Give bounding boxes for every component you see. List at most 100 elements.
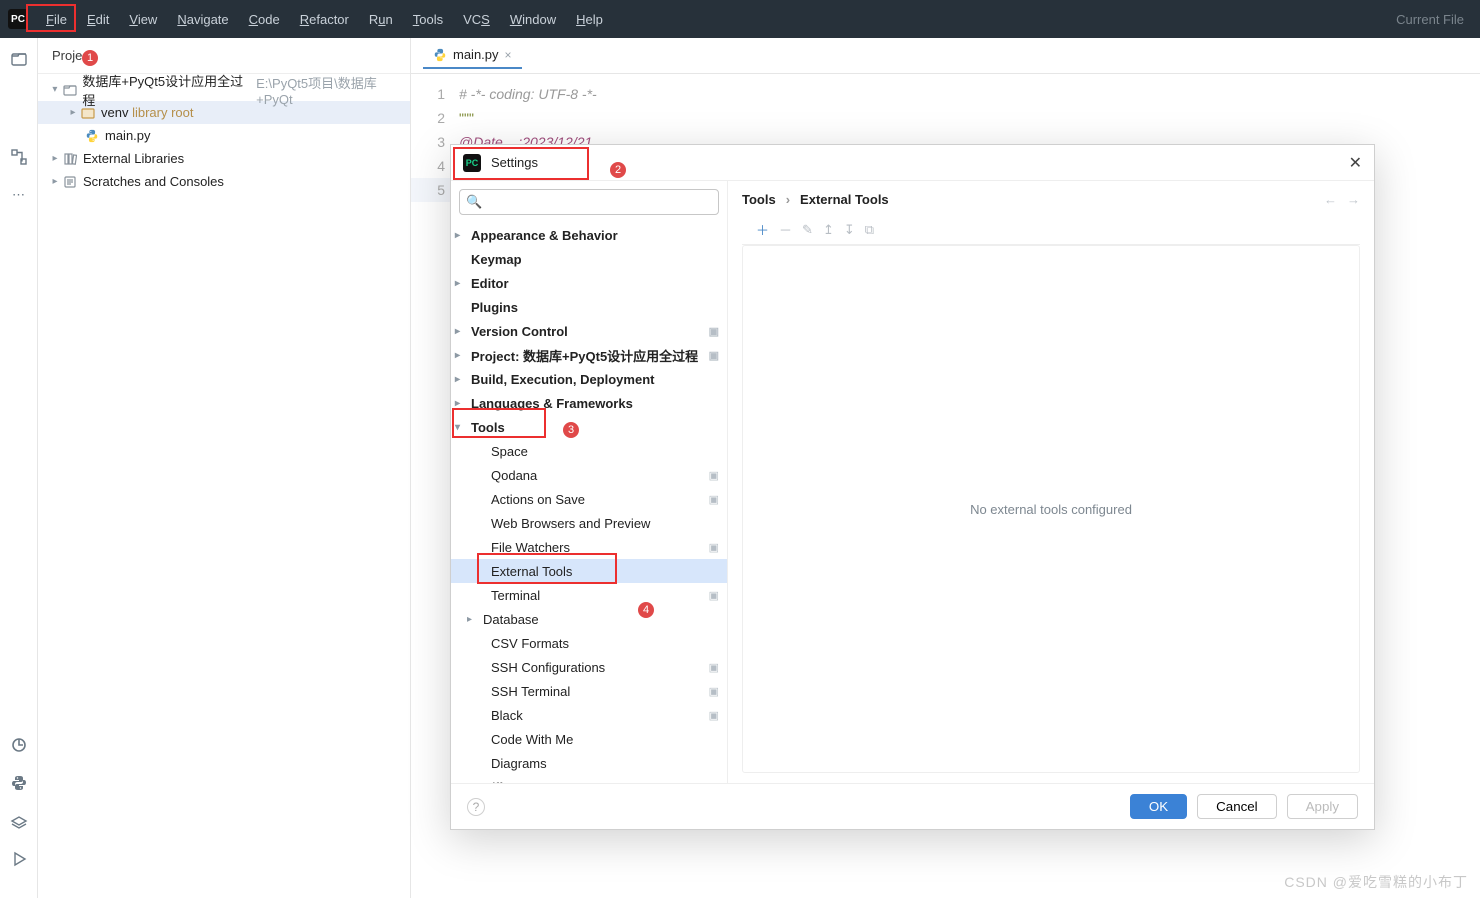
- nav-appearance-behavior[interactable]: ▸Appearance & Behavior: [451, 223, 727, 247]
- crumb-tools[interactable]: Tools: [742, 192, 776, 207]
- per-project-icon: ▣: [709, 661, 719, 674]
- nav-languages-frameworks[interactable]: ▸Languages & Frameworks: [451, 391, 727, 415]
- external-libraries-row[interactable]: ▸ External Libraries: [38, 147, 410, 170]
- settings-dialog: PC Settings ✕ 🔍 ▸Appearance & Behavior K…: [450, 144, 1375, 830]
- chevron-right-icon: ▸: [66, 107, 80, 118]
- packages-tool-icon[interactable]: [10, 812, 28, 830]
- nav-plugins[interactable]: Plugins: [451, 295, 727, 319]
- nav-csv-formats[interactable]: CSV Formats: [451, 631, 727, 655]
- nav-editor[interactable]: ▸Editor: [451, 271, 727, 295]
- nav-tools[interactable]: ▾Tools: [451, 415, 727, 439]
- chevron-down-icon: ▾: [48, 84, 62, 95]
- cancel-button[interactable]: Cancel: [1197, 794, 1277, 819]
- crumb-external-tools: External Tools: [800, 192, 889, 207]
- nav-code-with-me[interactable]: Code With Me: [451, 727, 727, 751]
- nav-build-execution[interactable]: ▸Build, Execution, Deployment: [451, 367, 727, 391]
- menu-navigate[interactable]: Navigate: [167, 8, 238, 31]
- nav-external-tools[interactable]: External Tools: [451, 559, 727, 583]
- project-root-name: 数据库+PyQt5设计应用全过程: [82, 71, 252, 109]
- nav-ssh-config[interactable]: SSH Configurations▣: [451, 655, 727, 679]
- ext-tools-toolbar: ＋ － ✎ ↥ ↧ ⧉: [742, 215, 1360, 245]
- copy-button: ⧉: [865, 222, 874, 238]
- menu-vcs[interactable]: VCS: [453, 8, 500, 31]
- project-root-row[interactable]: ▾ 数据库+PyQt5设计应用全过程 E:\PyQt5项目\数据库+PyQt: [38, 78, 410, 101]
- down-button: ↧: [844, 222, 855, 238]
- nav-diagrams[interactable]: Diagrams: [451, 751, 727, 775]
- library-icon: [62, 152, 78, 166]
- scratch-icon: [62, 175, 78, 189]
- folder-icon: [80, 106, 96, 120]
- nav-forward-icon[interactable]: →: [1347, 192, 1360, 207]
- menu-run[interactable]: Run: [359, 8, 403, 31]
- up-button: ↥: [823, 222, 834, 238]
- per-project-icon: ▣: [709, 325, 719, 338]
- structure-tool-icon[interactable]: [10, 148, 28, 166]
- ok-button[interactable]: OK: [1130, 794, 1187, 819]
- nav-database[interactable]: ▸Database: [451, 607, 727, 631]
- nav-black[interactable]: Black▣: [451, 703, 727, 727]
- nav-qodana[interactable]: Qodana▣: [451, 463, 727, 487]
- nav-actions-on-save[interactable]: Actions on Save▣: [451, 487, 727, 511]
- nav-terminal[interactable]: Terminal▣: [451, 583, 727, 607]
- search-input[interactable]: [486, 195, 712, 209]
- nav-ssh-terminal[interactable]: SSH Terminal▣: [451, 679, 727, 703]
- menu-edit[interactable]: Edit: [77, 8, 119, 31]
- nav-space[interactable]: Space: [451, 439, 727, 463]
- per-project-icon: ▣: [709, 685, 719, 698]
- settings-content: Tools › External Tools ← → ＋ － ✎ ↥ ↧ ⧉ N…: [728, 181, 1374, 783]
- menu-file[interactable]: File: [36, 8, 77, 31]
- run-config-status[interactable]: Current File: [1396, 12, 1464, 27]
- project-panel-title: Proje: [52, 48, 82, 63]
- per-project-icon: ▣: [709, 349, 719, 362]
- project-tool-icon[interactable]: [10, 50, 28, 68]
- editor-tabs: main.py ×: [411, 38, 1480, 74]
- editor-tab-main-py[interactable]: main.py ×: [423, 42, 522, 69]
- python-file-icon: [433, 48, 447, 62]
- menu-window[interactable]: Window: [500, 8, 566, 31]
- dialog-titlebar: PC Settings ✕: [451, 145, 1374, 181]
- menu-view[interactable]: View: [119, 8, 167, 31]
- chevron-right-icon: ▸: [48, 176, 62, 187]
- menu-refactor[interactable]: Refactor: [290, 8, 359, 31]
- annotation-badge-1: 1: [82, 50, 98, 66]
- add-button[interactable]: ＋: [756, 220, 769, 239]
- nav-back-icon[interactable]: ←: [1324, 192, 1337, 207]
- venv-name: venv: [101, 105, 128, 120]
- more-tool-icon[interactable]: ⋯: [10, 186, 28, 204]
- close-icon[interactable]: ×: [505, 48, 512, 62]
- help-button[interactable]: ?: [467, 798, 485, 816]
- python-console-icon[interactable]: [10, 774, 28, 792]
- nav-version-control[interactable]: ▸Version Control▣: [451, 319, 727, 343]
- settings-search[interactable]: 🔍: [459, 189, 719, 215]
- nav-web-browsers[interactable]: Web Browsers and Preview: [451, 511, 727, 535]
- project-panel: Proje ▾ ▾ 数据库+PyQt5设计应用全过程 E:\PyQt5项目\数据…: [38, 38, 411, 898]
- watermark: CSDN @爱吃雪糕的小布丁: [1284, 872, 1468, 892]
- scratches-row[interactable]: ▸ Scratches and Consoles: [38, 170, 410, 193]
- annotation-badge-2: 2: [610, 162, 626, 178]
- ext-lib-label: External Libraries: [83, 151, 184, 166]
- scratches-label: Scratches and Consoles: [83, 174, 224, 189]
- nav-keymap[interactable]: Keymap: [451, 247, 727, 271]
- remove-button: －: [779, 220, 792, 239]
- pycharm-logo-icon: PC: [463, 154, 481, 172]
- per-project-icon: ▣: [709, 493, 719, 506]
- left-tool-rail: ⋯: [0, 38, 38, 898]
- services-tool-icon[interactable]: [10, 850, 28, 868]
- profiler-tool-icon[interactable]: [10, 736, 28, 754]
- settings-nav: 🔍 ▸Appearance & Behavior Keymap ▸Editor …: [451, 181, 728, 783]
- menu-tools[interactable]: Tools: [403, 8, 453, 31]
- per-project-icon: ▣: [709, 469, 719, 482]
- close-icon[interactable]: ✕: [1349, 153, 1362, 173]
- edit-button: ✎: [802, 222, 813, 238]
- app-logo-icon: PC: [8, 9, 28, 29]
- venv-tag: library root: [132, 105, 193, 120]
- main-py-row[interactable]: main.py: [38, 124, 410, 147]
- menu-code[interactable]: Code: [239, 8, 290, 31]
- nav-project[interactable]: ▸Project: 数据库+PyQt5设计应用全过程▣: [451, 343, 727, 367]
- annotation-badge-3: 3: [563, 422, 579, 438]
- ext-tools-list: No external tools configured: [742, 245, 1360, 773]
- menu-help[interactable]: Help: [566, 8, 613, 31]
- code-line-1: # -*- coding: UTF-8 -*-: [459, 86, 597, 102]
- nav-diff-merge[interactable]: ▸Diff & Merge: [451, 775, 727, 783]
- nav-file-watchers[interactable]: File Watchers▣: [451, 535, 727, 559]
